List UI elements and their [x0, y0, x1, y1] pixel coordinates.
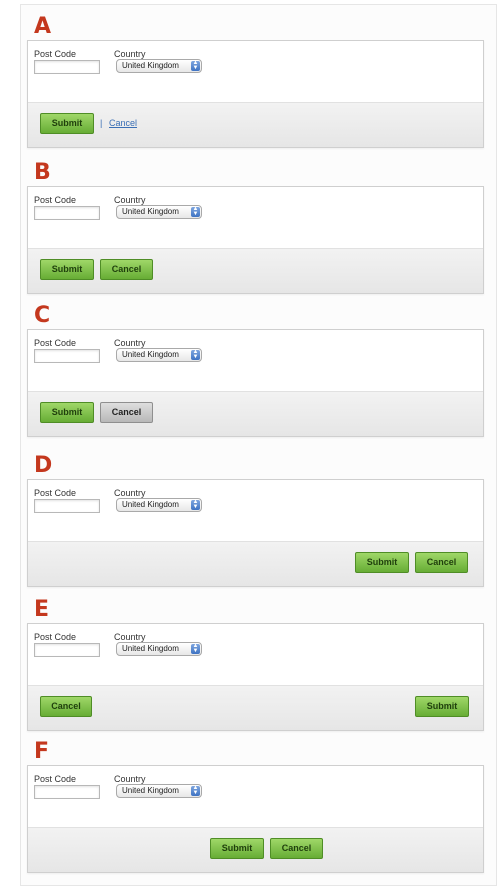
form-box: Post Code Country United Kingdom ▲ ▼ Canc… — [27, 623, 484, 731]
post-code-label: Post Code — [34, 49, 77, 59]
post-code-label: Post Code — [34, 774, 77, 784]
country-label: Country — [114, 49, 146, 59]
form-box: Post Code Country United Kingdom ▲ ▼ Subm… — [27, 765, 484, 873]
variant-letter: C — [34, 303, 51, 328]
country-select-value: United Kingdom — [122, 61, 179, 70]
variant-letter: E — [34, 597, 50, 622]
post-code-input[interactable] — [34, 785, 100, 799]
submit-button[interactable]: Submit — [40, 113, 94, 134]
post-code-label: Post Code — [34, 338, 77, 348]
button-bar: Submit Cancel — [28, 827, 483, 872]
country-label: Country — [114, 488, 146, 498]
submit-button[interactable]: Submit — [415, 696, 469, 717]
country-select[interactable]: United Kingdom ▲ ▼ — [116, 784, 202, 798]
button-bar: Submit | Cancel — [28, 102, 483, 147]
post-code-label: Post Code — [34, 632, 77, 642]
submit-button[interactable]: Submit — [210, 838, 264, 859]
post-code-input[interactable] — [34, 60, 100, 74]
variant-letter: F — [34, 739, 50, 764]
post-code-label: Post Code — [34, 488, 77, 498]
button-bar: Submit Cancel — [28, 248, 483, 293]
country-label: Country — [114, 632, 146, 642]
variant-letter: B — [34, 160, 51, 185]
country-label: Country — [114, 195, 146, 205]
up-down-arrows-icon: ▲ ▼ — [191, 499, 200, 510]
post-code-input[interactable] — [34, 349, 100, 363]
variant-letter: D — [34, 453, 53, 478]
country-select[interactable]: United Kingdom ▲ ▼ — [116, 348, 202, 362]
submit-button[interactable]: Submit — [355, 552, 409, 573]
cancel-button[interactable]: Cancel — [415, 552, 468, 573]
country-label: Country — [114, 774, 146, 784]
country-select[interactable]: United Kingdom ▲ ▼ — [116, 642, 202, 656]
country-select-value: United Kingdom — [122, 786, 179, 795]
cancel-button[interactable]: Cancel — [100, 402, 153, 423]
country-label: Country — [114, 338, 146, 348]
post-code-input[interactable] — [34, 499, 100, 513]
post-code-label: Post Code — [34, 195, 77, 205]
country-select-value: United Kingdom — [122, 350, 179, 359]
country-select[interactable]: United Kingdom ▲ ▼ — [116, 498, 202, 512]
variant-letter: A — [34, 14, 52, 39]
form-box: Post Code Country United Kingdom ▲ ▼ Subm… — [27, 186, 484, 294]
post-code-input[interactable] — [34, 643, 100, 657]
cancel-button[interactable]: Cancel — [270, 838, 323, 859]
country-select-value: United Kingdom — [122, 644, 179, 653]
up-down-arrows-icon: ▲ ▼ — [191, 60, 200, 71]
button-bar: Submit Cancel — [28, 541, 483, 586]
country-select-value: United Kingdom — [122, 500, 179, 509]
country-select[interactable]: United Kingdom ▲ ▼ — [116, 205, 202, 219]
cancel-button[interactable]: Cancel — [40, 696, 92, 717]
cancel-button[interactable]: Cancel — [100, 259, 153, 280]
submit-button[interactable]: Submit — [40, 259, 94, 280]
form-box: Post Code Country United Kingdom ▲ ▼ Subm… — [27, 40, 484, 148]
cancel-link[interactable]: Cancel — [109, 118, 137, 128]
submit-button[interactable]: Submit — [40, 402, 94, 423]
up-down-arrows-icon: ▲ ▼ — [191, 206, 200, 217]
form-box: Post Code Country United Kingdom ▲ ▼ Subm… — [27, 479, 484, 587]
button-bar: Cancel Submit — [28, 685, 483, 730]
country-select[interactable]: United Kingdom ▲ ▼ — [116, 59, 202, 73]
form-box: Post Code Country United Kingdom ▲ ▼ Subm… — [27, 329, 484, 437]
button-bar: Submit Cancel — [28, 391, 483, 436]
separator: | — [100, 118, 103, 128]
up-down-arrows-icon: ▲ ▼ — [191, 643, 200, 654]
up-down-arrows-icon: ▲ ▼ — [191, 785, 200, 796]
post-code-input[interactable] — [34, 206, 100, 220]
country-select-value: United Kingdom — [122, 207, 179, 216]
up-down-arrows-icon: ▲ ▼ — [191, 349, 200, 360]
